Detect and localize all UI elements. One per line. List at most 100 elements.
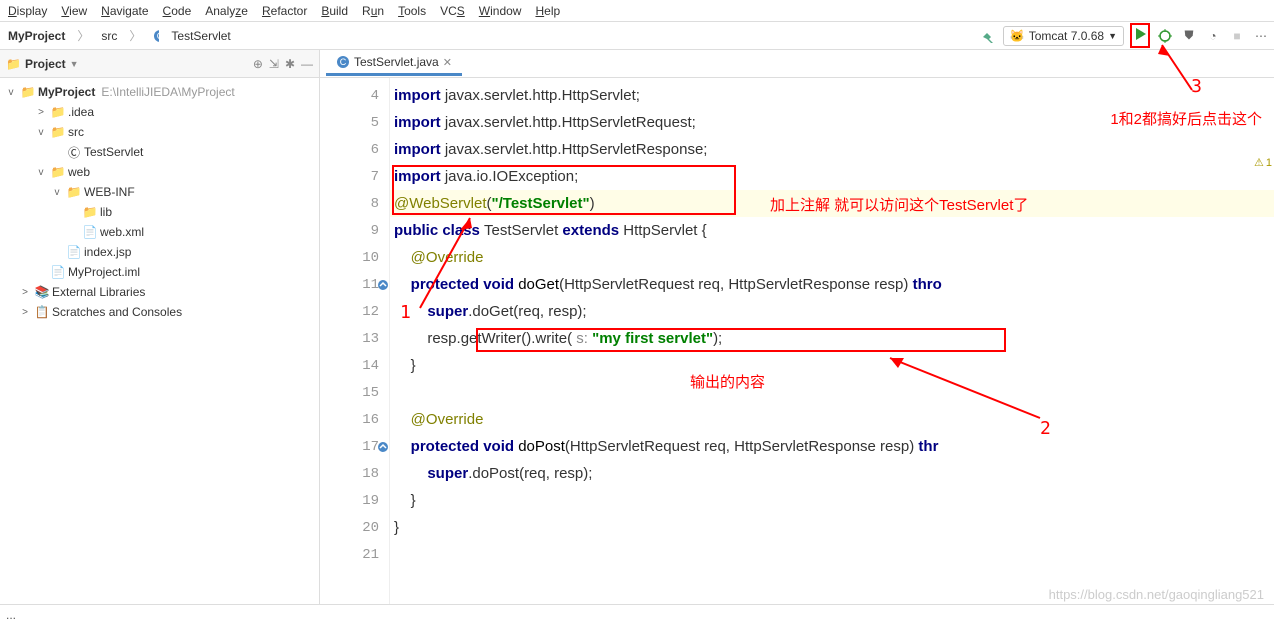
tree-item[interactable]: >📋Scratches and Consoles xyxy=(0,302,319,322)
breadcrumb: MyProject 〉 src 〉 C TestServlet xyxy=(4,26,235,45)
svg-text:C: C xyxy=(157,31,159,41)
expand-icon[interactable]: > xyxy=(18,307,32,318)
expand-icon[interactable]: > xyxy=(34,107,48,118)
tree-item[interactable]: v📁WEB-INF xyxy=(0,182,319,202)
debug-icon[interactable] xyxy=(1156,27,1174,45)
warning-badge[interactable]: ⚠ 1 xyxy=(1254,156,1272,169)
tree-label: MyProject.iml xyxy=(68,265,140,279)
profile-icon[interactable]: ◔ xyxy=(1204,27,1222,45)
menu-tools[interactable]: Tools xyxy=(392,2,432,20)
chevron-down-icon[interactable]: ▼ xyxy=(70,59,79,69)
chevron-down-icon: ▼ xyxy=(1108,31,1117,41)
annotation-label-2: 输出的内容 xyxy=(690,371,765,392)
annotation-num-1: 1 xyxy=(400,302,411,323)
file-icon: 📚 xyxy=(34,284,50,300)
tree-label: External Libraries xyxy=(52,285,145,299)
annotation-label-3: 1和2都搞好后点击这个 xyxy=(1110,108,1262,129)
menu-build[interactable]: Build xyxy=(315,2,354,20)
annotation-label-1: 加上注解 就可以访问这个TestServlet了 xyxy=(770,194,1028,215)
breadcrumb-project[interactable]: MyProject xyxy=(4,28,69,44)
editor-body[interactable]: 456789101112131415161718192021 import ja… xyxy=(320,78,1274,604)
project-panel: 📁 Project ▼ ⊕ ⇲ ✱ — v 📁 MyProject E:\Int… xyxy=(0,50,320,604)
tree-item[interactable]: 📁lib xyxy=(0,202,319,222)
tab-label: TestServlet.java xyxy=(354,55,439,69)
file-icon: 📋 xyxy=(34,304,50,320)
tree-label: Scratches and Consoles xyxy=(52,305,182,319)
menu-help[interactable]: Help xyxy=(529,2,566,20)
menu-navigate[interactable]: Navigate xyxy=(95,2,154,20)
status-text: ... xyxy=(6,608,16,622)
warning-count: 1 xyxy=(1266,157,1272,169)
tree-item[interactable]: v📁web xyxy=(0,162,319,182)
expand-icon[interactable]: v xyxy=(50,187,64,198)
override-marker-icon[interactable] xyxy=(377,278,391,292)
tree-item[interactable]: >📚External Libraries xyxy=(0,282,319,302)
project-icon: 📁 xyxy=(6,57,21,71)
breadcrumb-class[interactable]: TestServlet xyxy=(167,28,234,44)
override-marker-icon[interactable] xyxy=(377,440,391,454)
tree-item[interactable]: 📄index.jsp xyxy=(0,242,319,262)
gutter: 456789101112131415161718192021 xyxy=(320,78,390,604)
file-icon: 📁 xyxy=(66,184,82,200)
menu-analyze[interactable]: Analyze xyxy=(199,2,254,20)
file-icon: 📁 xyxy=(50,164,66,180)
tree-item[interactable]: v📁src xyxy=(0,122,319,142)
status-bar: ... xyxy=(0,604,1274,624)
coverage-icon[interactable]: ⛊ xyxy=(1180,27,1198,45)
editor-tab[interactable]: C TestServlet.java ✕ xyxy=(326,51,462,76)
class-icon: C xyxy=(149,29,163,43)
locate-icon[interactable]: ⊕ xyxy=(253,57,263,71)
file-icon: 📁 xyxy=(82,204,98,220)
settings-icon[interactable]: ✱ xyxy=(285,57,295,71)
hammer-icon[interactable] xyxy=(979,27,997,45)
tree-label: WEB-INF xyxy=(84,185,135,199)
svg-text:C: C xyxy=(340,57,347,67)
tree-item[interactable]: 📄MyProject.iml xyxy=(0,262,319,282)
expand-icon[interactable]: > xyxy=(18,287,32,298)
tree-item[interactable]: ⒸTestServlet xyxy=(0,142,319,162)
toolbar: MyProject 〉 src 〉 C TestServlet 🐱 Tomcat… xyxy=(0,22,1274,50)
class-icon: C xyxy=(336,55,350,69)
tree-item[interactable]: 📄web.xml xyxy=(0,222,319,242)
menu-bar: Display View Navigate Code Analyze Refac… xyxy=(0,0,1274,22)
tree-label: .idea xyxy=(68,105,94,119)
menu-refactor[interactable]: Refactor xyxy=(256,2,313,20)
tree-root[interactable]: v 📁 MyProject E:\IntelliJIEDA\MyProject xyxy=(0,82,319,102)
menu-run[interactable]: Run xyxy=(356,2,390,20)
close-icon[interactable]: ✕ xyxy=(443,56,452,69)
file-icon: 📄 xyxy=(82,224,98,240)
project-tree: v 📁 MyProject E:\IntelliJIEDA\MyProject … xyxy=(0,78,319,326)
file-icon: 📄 xyxy=(66,244,82,260)
file-icon: Ⓒ xyxy=(66,144,82,160)
menu-vcs[interactable]: VCS xyxy=(434,2,471,20)
warning-icon: ⚠ xyxy=(1254,156,1264,169)
breadcrumb-src[interactable]: src xyxy=(97,28,121,44)
file-icon: 📁 xyxy=(50,124,66,140)
menu-view[interactable]: View xyxy=(55,2,93,20)
file-icon: 📄 xyxy=(50,264,66,280)
menu-code[interactable]: Code xyxy=(157,2,198,20)
tree-label: lib xyxy=(100,205,112,219)
menu-window[interactable]: Window xyxy=(473,2,528,20)
editor-panel: C TestServlet.java ✕ 4567891011121314151… xyxy=(320,50,1274,604)
menu-display[interactable]: Display xyxy=(2,2,53,20)
toolbar-right: 🐱 Tomcat 7.0.68 ▼ ⛊ ◔ ■ ⋯ xyxy=(979,23,1270,48)
collapse-icon[interactable]: ⇲ xyxy=(269,57,279,71)
chevron-right-icon: 〉 xyxy=(125,26,145,45)
tree-label: index.jsp xyxy=(84,245,131,259)
run-config-selector[interactable]: 🐱 Tomcat 7.0.68 ▼ xyxy=(1003,26,1124,46)
tree-label: web xyxy=(68,165,90,179)
editor-tabs: C TestServlet.java ✕ xyxy=(320,50,1274,78)
expand-icon[interactable]: v xyxy=(34,167,48,178)
tree-item[interactable]: >📁.idea xyxy=(0,102,319,122)
main-area: 📁 Project ▼ ⊕ ⇲ ✱ — v 📁 MyProject E:\Int… xyxy=(0,50,1274,604)
file-icon: 📁 xyxy=(50,104,66,120)
hide-icon[interactable]: — xyxy=(301,57,313,71)
code-area[interactable]: import javax.servlet.http.HttpServlet;im… xyxy=(390,78,1274,604)
tree-label: TestServlet xyxy=(84,145,143,159)
expand-icon[interactable]: v xyxy=(34,127,48,138)
stop-icon[interactable]: ■ xyxy=(1228,27,1246,45)
more-icon[interactable]: ⋯ xyxy=(1252,27,1270,45)
run-button[interactable] xyxy=(1130,23,1150,48)
expand-icon[interactable]: v xyxy=(4,87,18,98)
